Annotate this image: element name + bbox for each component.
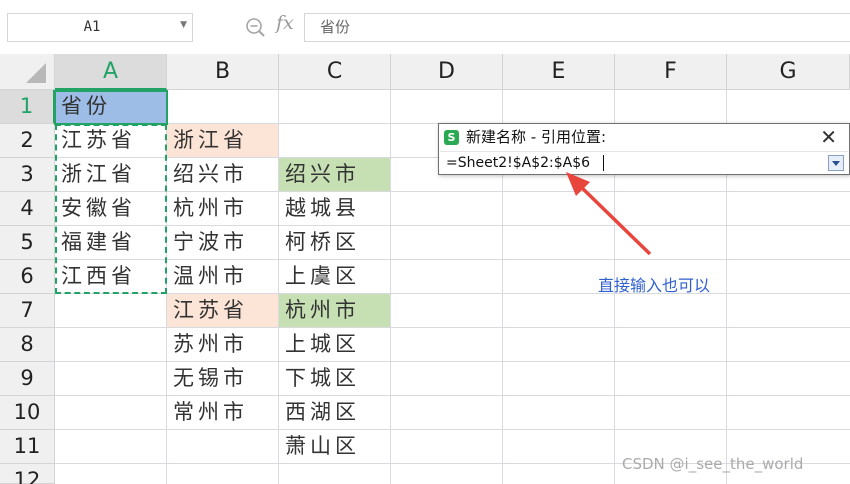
row-header-7[interactable]: 7 xyxy=(0,294,55,328)
cell-c3[interactable]: 绍兴市 xyxy=(279,158,390,191)
cell-b2[interactable]: 浙江省 xyxy=(167,124,278,157)
dialog-title: 新建名称 - 引用位置: xyxy=(466,128,607,146)
cell-c5[interactable]: 柯桥区 xyxy=(279,226,390,259)
annotation-text: 直接输入也可以 xyxy=(598,276,711,295)
collapse-dialog-icon[interactable] xyxy=(828,155,844,171)
cell-c9[interactable]: 下城区 xyxy=(279,362,390,395)
zoom-icon[interactable] xyxy=(244,16,268,38)
column-gridline xyxy=(390,90,391,484)
formula-value: 省份 xyxy=(320,18,351,36)
row-header-9[interactable]: 9 xyxy=(0,362,55,396)
text-caret xyxy=(603,155,604,171)
cell-b4[interactable]: 杭州市 xyxy=(167,192,278,225)
spreadsheet-grid[interactable]: ABCDEFG 1 2 3 4 5 6 7 8 9 10 11 12 省份 江苏省 浙江省 安徽省 福建省 江西… xyxy=(0,54,850,484)
cell-c10[interactable]: 西湖区 xyxy=(279,396,390,429)
row-header-11[interactable]: 11 xyxy=(0,430,55,464)
column-header-a[interactable]: A xyxy=(55,54,167,90)
column-header-c[interactable]: C xyxy=(279,54,391,90)
fx-icon[interactable]: fx xyxy=(276,12,294,34)
active-cell-border xyxy=(54,90,168,125)
cell-c4[interactable]: 越城县 xyxy=(279,192,390,225)
column-header-b[interactable]: B xyxy=(167,54,279,90)
cell-b8[interactable]: 苏州市 xyxy=(167,328,278,361)
row-header-3[interactable]: 3 xyxy=(0,158,55,192)
row-header-1[interactable]: 1 xyxy=(0,90,55,124)
close-icon[interactable]: ✕ xyxy=(820,125,837,149)
name-box[interactable]: A1 ▼ xyxy=(7,13,193,42)
select-all-triangle-icon xyxy=(26,63,46,83)
formula-bar: A1 ▼ fx 省份 xyxy=(0,0,850,54)
row-header-2[interactable]: 2 xyxy=(0,124,55,158)
new-name-dialog[interactable]: S 新建名称 - 引用位置: ✕ =Sheet2!$A$2:$A$6 xyxy=(438,123,850,175)
row-header-8[interactable]: 8 xyxy=(0,328,55,362)
cell-b5[interactable]: 宁波市 xyxy=(167,226,278,259)
cell-b10[interactable]: 常州市 xyxy=(167,396,278,429)
column-header-g[interactable]: G xyxy=(727,54,850,90)
row-header-6[interactable]: 6 xyxy=(0,260,55,294)
column-header-e[interactable]: E xyxy=(503,54,615,90)
copy-range-border xyxy=(55,124,167,294)
cell-b6[interactable]: 温州市 xyxy=(167,260,278,293)
cell-c8[interactable]: 上城区 xyxy=(279,328,390,361)
chevron-down-icon[interactable]: ▼ xyxy=(180,20,187,30)
cell-c6[interactable]: 上虞区 xyxy=(279,260,390,293)
column-header-f[interactable]: F xyxy=(615,54,727,90)
cell-b3[interactable]: 绍兴市 xyxy=(167,158,278,191)
row-header-5[interactable]: 5 xyxy=(0,226,55,260)
row-header-4[interactable]: 4 xyxy=(0,192,55,226)
cell-c11[interactable]: 萧山区 xyxy=(279,430,390,463)
row-header-10[interactable]: 10 xyxy=(0,396,55,430)
annotation-arrow-icon xyxy=(566,172,652,256)
cell-c7[interactable]: 杭州市 xyxy=(279,294,390,327)
row-gridline xyxy=(55,429,850,430)
row-header-12[interactable]: 12 xyxy=(0,464,55,484)
select-all-corner[interactable] xyxy=(0,54,55,90)
formula-input[interactable]: 省份 xyxy=(304,13,850,42)
watermark: CSDN @i_see_the_world xyxy=(622,455,804,473)
wps-logo-icon: S xyxy=(444,130,459,145)
cell-b7[interactable]: 江苏省 xyxy=(167,294,278,327)
name-box-value: A1 xyxy=(83,19,101,35)
column-header-d[interactable]: D xyxy=(391,54,503,90)
cell-b9[interactable]: 无锡市 xyxy=(167,362,278,395)
